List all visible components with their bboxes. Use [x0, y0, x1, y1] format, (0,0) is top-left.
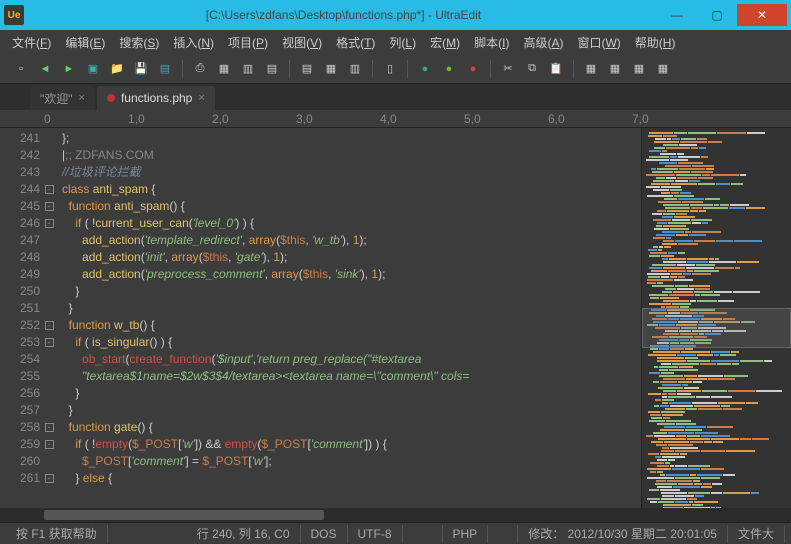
fold-gutter[interactable]: - - - - - - - - [42, 128, 56, 508]
cut-icon[interactable]: ✂ [499, 60, 517, 78]
menu-v[interactable]: 视图(V) [282, 34, 322, 51]
page-icon[interactable]: ▯ [381, 60, 399, 78]
menu-e[interactable]: 编辑(E) [65, 34, 105, 51]
horizontal-scrollbar[interactable] [0, 508, 791, 522]
fold-marker[interactable]: - [45, 202, 54, 211]
status-filesize: 文件大 [728, 525, 785, 543]
line-gutter: 2412422432442452462472482492502512522532… [0, 128, 42, 508]
ruler: 01,02,03,04,05,06,07,0 [0, 110, 791, 128]
tab-close-icon[interactable]: × [79, 92, 85, 104]
status-eol[interactable]: DOS [301, 525, 348, 543]
status-position[interactable]: 行 240, 列 16, C0 [187, 525, 301, 543]
tool3-icon[interactable]: ▦ [630, 60, 648, 78]
tab-0[interactable]: "欢迎" × [30, 86, 95, 110]
menu-a[interactable]: 高级(A) [523, 34, 563, 51]
open-icon[interactable]: ▣ [84, 60, 102, 78]
modified-dot-icon [107, 94, 115, 102]
status-encoding[interactable]: UTF-8 [348, 525, 403, 543]
doc1-icon[interactable]: ▥ [239, 60, 257, 78]
window-buttons: — ▢ ✕ [657, 4, 787, 26]
tool4-icon[interactable]: ▦ [654, 60, 672, 78]
doc2-icon[interactable]: ▤ [263, 60, 281, 78]
new-file-icon[interactable]: ▫ [12, 60, 30, 78]
copy-icon[interactable]: ⧉ [523, 60, 541, 78]
paste-icon[interactable]: 📋 [547, 60, 565, 78]
tab-label: functions.php [121, 91, 192, 105]
fold-marker[interactable]: - [45, 338, 54, 347]
editor-area: 2412422432442452462472482492502512522532… [0, 128, 791, 508]
editor[interactable]: 2412422432442452462472482492502512522532… [0, 128, 641, 508]
status-bar: 按 F1 获取帮助 行 240, 列 16, C0 DOS UTF-8 PHP … [0, 522, 791, 544]
menu-f[interactable]: 文件(F) [12, 34, 51, 51]
tab-close-icon[interactable]: × [198, 92, 204, 104]
back-icon[interactable]: ◄ [36, 60, 54, 78]
list3-icon[interactable]: ▥ [346, 60, 364, 78]
status-help: 按 F1 获取帮助 [6, 525, 108, 543]
saveall-icon[interactable]: ▤ [156, 60, 174, 78]
uc-icon[interactable]: ● [416, 60, 434, 78]
uf-icon[interactable]: ● [440, 60, 458, 78]
close-button[interactable]: ✕ [737, 4, 787, 26]
print-icon[interactable]: ⎙ [191, 60, 209, 78]
scrollbar-thumb[interactable] [44, 510, 324, 520]
us-icon[interactable]: ● [464, 60, 482, 78]
title-bar: Ue [C:\Users\zdfans\Desktop\functions.ph… [0, 0, 791, 30]
forward-icon[interactable]: ► [60, 60, 78, 78]
menu-bar: 文件(F) 编辑(E) 搜索(S) 插入(N) 项目(P) 视图(V) 格式(T) 列(L) 宏… [0, 30, 791, 54]
list1-icon[interactable]: ▤ [298, 60, 316, 78]
menu-h[interactable]: 帮助(H) [635, 34, 676, 51]
menu-t[interactable]: 格式(T) [336, 34, 375, 51]
fold-marker[interactable]: - [45, 423, 54, 432]
minimap-viewport[interactable] [642, 308, 791, 348]
menu-w[interactable]: 窗口(W) [577, 34, 620, 51]
tab-1[interactable]: functions.php × [97, 86, 215, 110]
app-logo: Ue [4, 5, 24, 25]
tool1-icon[interactable]: ▦ [582, 60, 600, 78]
list2-icon[interactable]: ▦ [322, 60, 340, 78]
status-language[interactable]: PHP [443, 525, 489, 543]
status-modified: 修改： 2012/10/30 星期二 20:01:05 [518, 525, 728, 543]
maximize-button[interactable]: ▢ [697, 4, 737, 26]
menu-s[interactable]: 搜索(S) [119, 34, 159, 51]
toolbar: ▫ ◄ ► ▣ 📁 💾 ▤ ⎙ ▦ ▥ ▤ ▤ ▦ ▥ ▯ ● ● ● ✂ ⧉ 📋 ▦ ▦ ▦ ▦ [0, 54, 791, 84]
fold-marker[interactable]: - [45, 321, 54, 330]
tab-label: "欢迎" [40, 90, 73, 107]
tab-strip: "欢迎" × functions.php × [0, 84, 791, 110]
minimap[interactable] [641, 128, 791, 508]
minimize-button[interactable]: — [657, 4, 697, 26]
fold-marker[interactable]: - [45, 474, 54, 483]
menu-l[interactable]: 列(L) [389, 34, 416, 51]
save-icon[interactable]: 💾 [132, 60, 150, 78]
menu-p[interactable]: 项目(P) [228, 34, 268, 51]
menu-n[interactable]: 插入(N) [173, 34, 214, 51]
folder-icon[interactable]: 📁 [108, 60, 126, 78]
menu-m[interactable]: 宏(M) [430, 34, 460, 51]
window-title: [C:\Users\zdfans\Desktop\functions.php*]… [30, 8, 657, 22]
fold-marker[interactable]: - [45, 219, 54, 228]
code-view[interactable]: };|;; ZDFANS.COM//垃圾评论拦截class anti_spam … [56, 128, 641, 508]
preview-icon[interactable]: ▦ [215, 60, 233, 78]
menu-i[interactable]: 脚本(I) [474, 34, 509, 51]
fold-marker[interactable]: - [45, 185, 54, 194]
tool2-icon[interactable]: ▦ [606, 60, 624, 78]
fold-marker[interactable]: - [45, 440, 54, 449]
